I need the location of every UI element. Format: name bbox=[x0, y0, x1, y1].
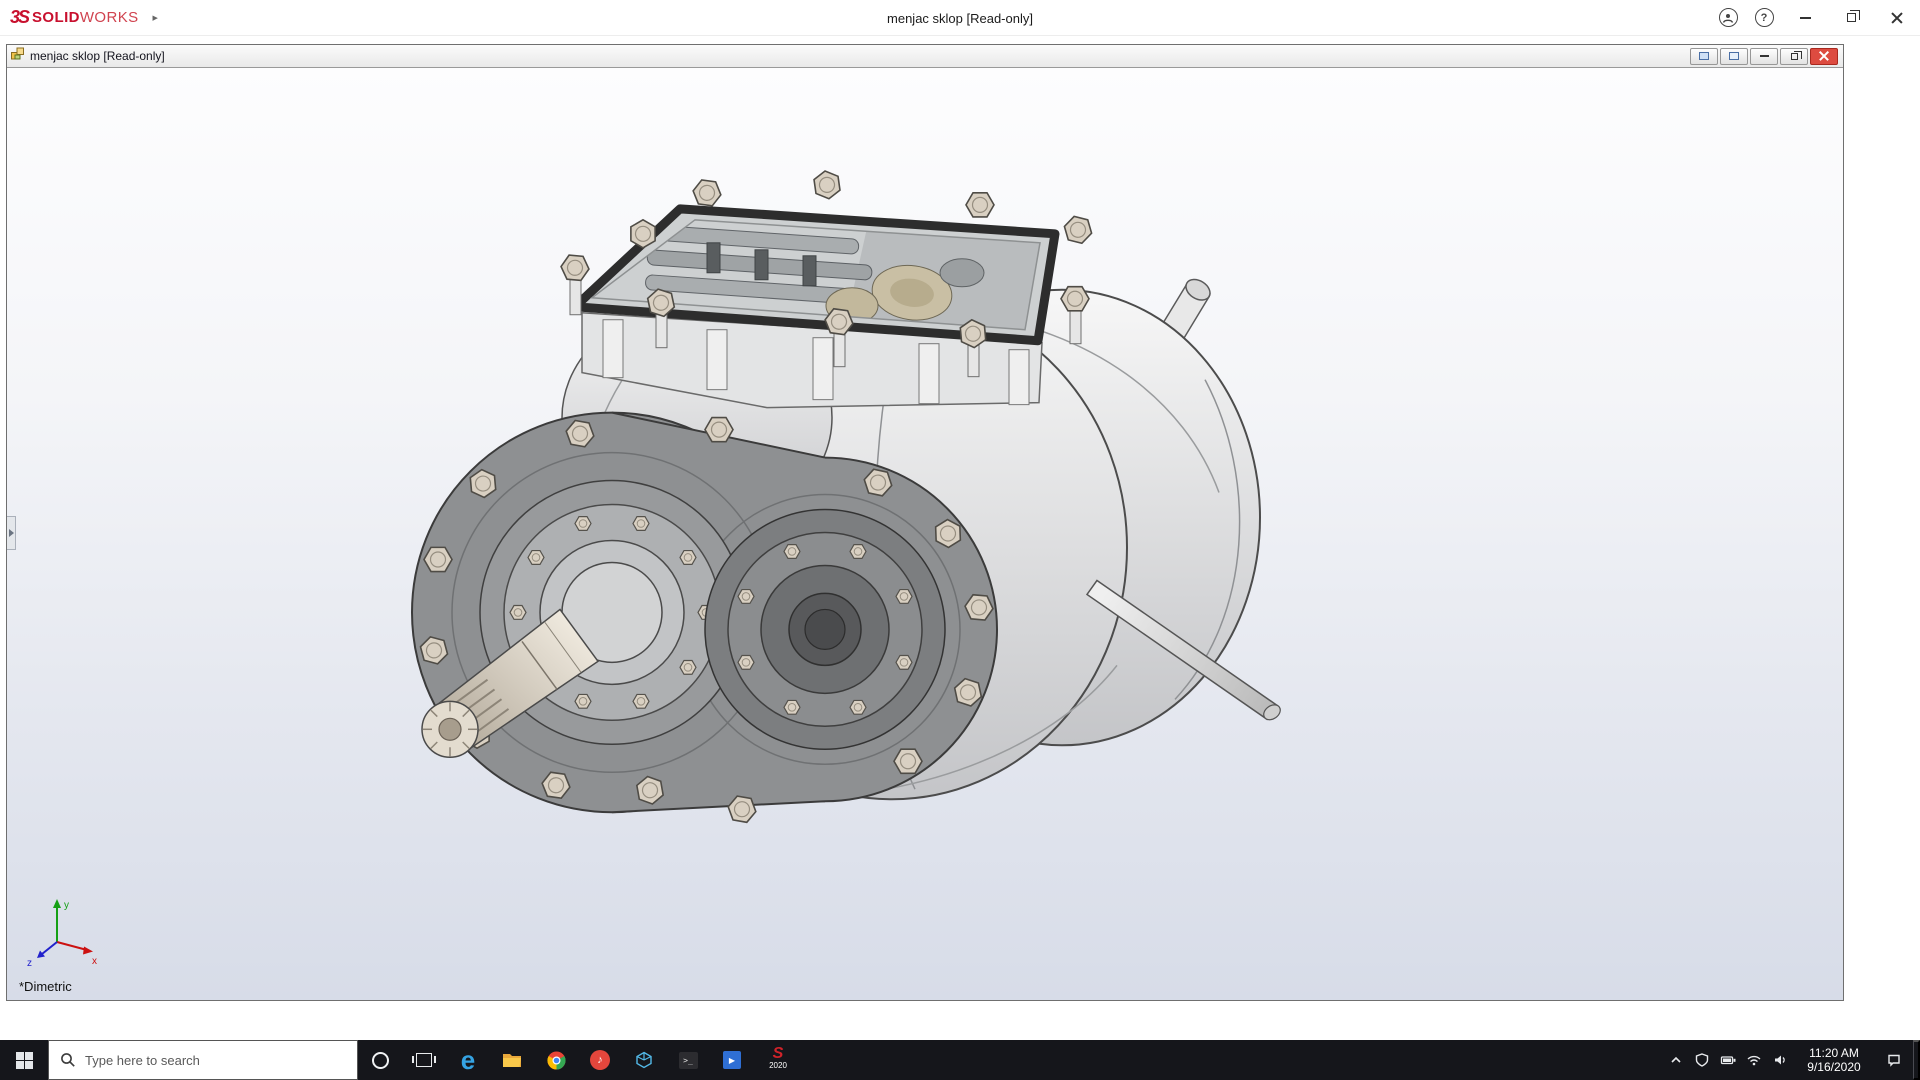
app-window-controls: ? bbox=[1710, 0, 1920, 35]
document-window: menjac sklop [Read-only] y x z *Dimetric bbox=[6, 44, 1844, 1001]
speaker-icon bbox=[1775, 1055, 1785, 1065]
show-desktop-button[interactable] bbox=[1913, 1040, 1920, 1080]
clock-date: 9/16/2020 bbox=[1807, 1060, 1861, 1074]
app-minimize-button[interactable] bbox=[1782, 0, 1828, 35]
task-view-icon bbox=[412, 1053, 436, 1067]
solidworks-taskbar-button[interactable]: S 2020 bbox=[754, 1040, 802, 1080]
doc-close-button[interactable] bbox=[1810, 47, 1838, 65]
restore-icon bbox=[1790, 50, 1802, 60]
triad-x-label: x bbox=[92, 956, 97, 967]
user-icon bbox=[1718, 8, 1738, 27]
solidworks-logo: 3S SOLID WORKS ▶ bbox=[0, 7, 158, 28]
orientation-triad: y x z bbox=[27, 899, 97, 969]
triad-z-label: z bbox=[27, 958, 32, 969]
play-icon: ▶ bbox=[723, 1051, 741, 1069]
chrome-icon bbox=[546, 1051, 566, 1069]
brand-works-text: WORKS bbox=[79, 9, 139, 26]
doc-minimize-button[interactable] bbox=[1750, 47, 1778, 65]
close-icon bbox=[1891, 12, 1903, 24]
output-hub-cover bbox=[704, 508, 946, 751]
help-icon: ? bbox=[1754, 8, 1774, 27]
window-icon bbox=[1729, 52, 1739, 60]
view-orientation-label: *Dimetric bbox=[19, 979, 72, 994]
volume-tray-button[interactable] bbox=[1767, 1040, 1793, 1080]
edge-button[interactable]: e bbox=[446, 1040, 490, 1080]
chevron-right-icon bbox=[8, 529, 14, 537]
terminal-icon: >_ bbox=[678, 1051, 698, 1069]
document-titlebar: menjac sklop [Read-only] bbox=[7, 45, 1843, 67]
close-icon bbox=[1819, 51, 1829, 61]
solidworks-s-glyph: S bbox=[772, 1045, 784, 1062]
desktop: 3S SOLID WORKS ▶ menjac sklop [Read-only]… bbox=[0, 0, 1920, 1080]
minimize-icon bbox=[1799, 16, 1811, 19]
document-window-controls bbox=[1690, 47, 1840, 65]
3d-viewport[interactable]: y x z *Dimetric bbox=[7, 67, 1843, 1000]
security-tray-button[interactable] bbox=[1689, 1040, 1715, 1080]
account-button[interactable] bbox=[1710, 0, 1746, 35]
hidden-icons-button[interactable] bbox=[1663, 1040, 1689, 1080]
notification-icon bbox=[1888, 1054, 1900, 1067]
restore-icon bbox=[1846, 10, 1860, 22]
taskbar: e ♪ >_ ▶ S 2020 bbox=[0, 1040, 1920, 1080]
minimize-icon bbox=[1759, 55, 1769, 57]
cortana-icon bbox=[371, 1051, 389, 1069]
windows-logo-icon bbox=[15, 1051, 33, 1069]
edge-icon: e bbox=[460, 1045, 476, 1075]
solidworks-year-label: 2020 bbox=[769, 1061, 787, 1070]
terminal-button[interactable]: >_ bbox=[666, 1040, 710, 1080]
movies-app-button[interactable]: ▶ bbox=[710, 1040, 754, 1080]
clock-time: 11:20 AM bbox=[1809, 1046, 1859, 1060]
taskbar-clock[interactable]: 11:20 AM 9/16/2020 bbox=[1793, 1046, 1875, 1074]
action-center-button[interactable] bbox=[1875, 1040, 1913, 1080]
doc-window-extra-button-1[interactable] bbox=[1690, 47, 1718, 65]
app-close-button[interactable] bbox=[1874, 0, 1920, 35]
search-icon bbox=[61, 1053, 75, 1067]
doc-restore-button[interactable] bbox=[1780, 47, 1808, 65]
help-button[interactable]: ? bbox=[1746, 0, 1782, 35]
shield-icon bbox=[1695, 1053, 1709, 1067]
app-restore-button[interactable] bbox=[1828, 0, 1874, 35]
system-tray: 11:20 AM 9/16/2020 bbox=[1663, 1040, 1920, 1080]
app-titlebar: 3S SOLID WORKS ▶ menjac sklop [Read-only]… bbox=[0, 0, 1920, 36]
assembly-document-icon bbox=[10, 46, 25, 66]
triad-y-label: y bbox=[64, 900, 69, 911]
taskbar-search[interactable] bbox=[48, 1040, 358, 1080]
document-title: menjac sklop [Read-only] bbox=[30, 49, 165, 63]
solidworks-logo-icon: 3S bbox=[10, 7, 30, 27]
network-tray-button[interactable] bbox=[1741, 1040, 1767, 1080]
doc-window-extra-button-2[interactable] bbox=[1720, 47, 1748, 65]
task-view-button[interactable] bbox=[402, 1040, 446, 1080]
gearbox-model bbox=[411, 167, 1281, 825]
cube-icon bbox=[636, 1051, 652, 1069]
app-title: menjac sklop [Read-only] bbox=[887, 10, 1033, 26]
music-app-button[interactable]: ♪ bbox=[578, 1040, 622, 1080]
solidworks-icon: S 2020 bbox=[769, 1045, 787, 1072]
cortana-button[interactable] bbox=[358, 1040, 402, 1080]
file-explorer-button[interactable] bbox=[490, 1040, 534, 1080]
battery-tray-button[interactable] bbox=[1715, 1040, 1741, 1080]
3d-viewer-button[interactable] bbox=[622, 1040, 666, 1080]
chrome-button[interactable] bbox=[534, 1040, 578, 1080]
brand-solid-text: SOLID bbox=[32, 9, 80, 26]
brand-expand-icon[interactable]: ▶ bbox=[153, 14, 158, 22]
chevron-up-icon bbox=[1671, 1056, 1681, 1063]
wifi-icon bbox=[1747, 1055, 1761, 1066]
window-icon bbox=[1699, 52, 1709, 60]
battery-icon bbox=[1720, 1056, 1735, 1065]
music-note-icon: ♪ bbox=[590, 1050, 610, 1070]
file-explorer-icon bbox=[503, 1054, 521, 1067]
start-button[interactable] bbox=[0, 1040, 48, 1080]
search-input[interactable] bbox=[85, 1052, 346, 1068]
feature-panel-expand-handle[interactable] bbox=[7, 516, 16, 550]
